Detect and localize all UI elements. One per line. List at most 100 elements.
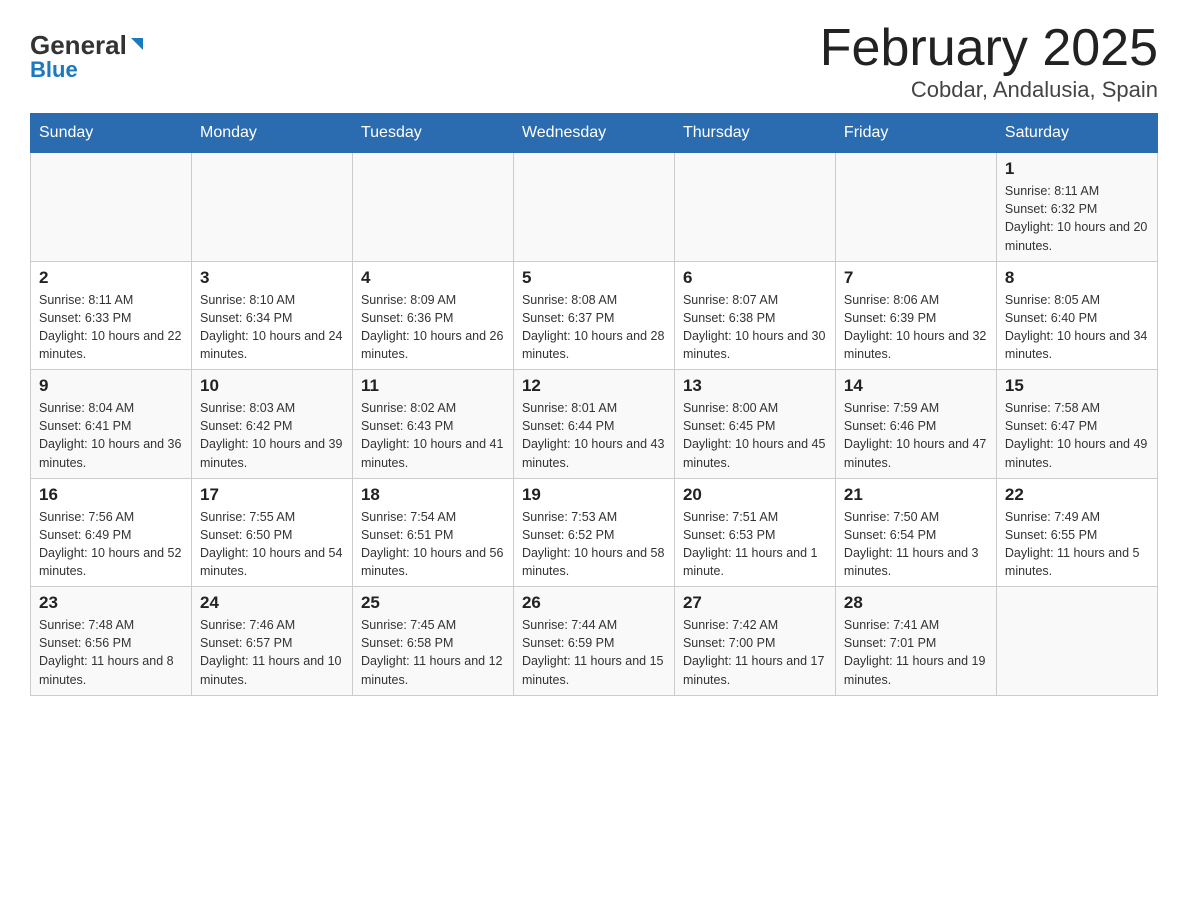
calendar-cell: 10 Sunrise: 8:03 AM Sunset: 6:42 PM Dayli… (191, 370, 352, 479)
calendar-cell (674, 153, 835, 262)
day-number: 5 (522, 268, 666, 288)
day-number: 1 (1005, 159, 1149, 179)
calendar-cell: 6 Sunrise: 8:07 AM Sunset: 6:38 PM Daylig… (674, 261, 835, 370)
calendar-cell (191, 153, 352, 262)
day-of-week-header: Sunday (31, 114, 192, 153)
day-number: 17 (200, 485, 344, 505)
day-info: Sunrise: 7:44 AM Sunset: 6:59 PM Dayligh… (522, 616, 666, 689)
day-info: Sunrise: 7:56 AM Sunset: 6:49 PM Dayligh… (39, 508, 183, 581)
day-number: 2 (39, 268, 183, 288)
calendar-week-row: 23 Sunrise: 7:48 AM Sunset: 6:56 PM Dayli… (31, 587, 1158, 696)
calendar-cell: 22 Sunrise: 7:49 AM Sunset: 6:55 PM Dayli… (996, 478, 1157, 587)
calendar-cell: 1 Sunrise: 8:11 AM Sunset: 6:32 PM Daylig… (996, 153, 1157, 262)
calendar-cell: 18 Sunrise: 7:54 AM Sunset: 6:51 PM Dayli… (352, 478, 513, 587)
day-info: Sunrise: 8:01 AM Sunset: 6:44 PM Dayligh… (522, 399, 666, 472)
page-header: General Blue February 2025 Cobdar, Andal… (30, 20, 1158, 103)
day-info: Sunrise: 7:49 AM Sunset: 6:55 PM Dayligh… (1005, 508, 1149, 581)
day-number: 12 (522, 376, 666, 396)
day-number: 14 (844, 376, 988, 396)
day-info: Sunrise: 8:08 AM Sunset: 6:37 PM Dayligh… (522, 291, 666, 364)
day-number: 16 (39, 485, 183, 505)
calendar-week-row: 16 Sunrise: 7:56 AM Sunset: 6:49 PM Dayli… (31, 478, 1158, 587)
logo-blue-text: Blue (30, 57, 145, 83)
day-info: Sunrise: 8:11 AM Sunset: 6:33 PM Dayligh… (39, 291, 183, 364)
calendar-cell: 4 Sunrise: 8:09 AM Sunset: 6:36 PM Daylig… (352, 261, 513, 370)
calendar-cell: 16 Sunrise: 7:56 AM Sunset: 6:49 PM Dayli… (31, 478, 192, 587)
calendar-week-row: 9 Sunrise: 8:04 AM Sunset: 6:41 PM Daylig… (31, 370, 1158, 479)
day-number: 21 (844, 485, 988, 505)
calendar-cell (352, 153, 513, 262)
day-number: 13 (683, 376, 827, 396)
day-of-week-header: Wednesday (513, 114, 674, 153)
calendar-cell (31, 153, 192, 262)
day-number: 22 (1005, 485, 1149, 505)
title-area: February 2025 Cobdar, Andalusia, Spain (820, 20, 1158, 103)
day-info: Sunrise: 7:55 AM Sunset: 6:50 PM Dayligh… (200, 508, 344, 581)
calendar-cell (996, 587, 1157, 696)
calendar-cell (513, 153, 674, 262)
day-info: Sunrise: 8:06 AM Sunset: 6:39 PM Dayligh… (844, 291, 988, 364)
calendar-cell: 23 Sunrise: 7:48 AM Sunset: 6:56 PM Dayli… (31, 587, 192, 696)
calendar-cell: 21Sunrise: 7:50 AM Sunset: 6:54 PM Dayli… (835, 478, 996, 587)
day-info: Sunrise: 7:51 AM Sunset: 6:53 PM Dayligh… (683, 508, 827, 581)
logo: General Blue (30, 30, 145, 83)
calendar-header-row: SundayMondayTuesdayWednesdayThursdayFrid… (31, 114, 1158, 153)
day-number: 4 (361, 268, 505, 288)
calendar-cell: 25 Sunrise: 7:45 AM Sunset: 6:58 PM Dayli… (352, 587, 513, 696)
day-info: Sunrise: 7:45 AM Sunset: 6:58 PM Dayligh… (361, 616, 505, 689)
day-info: Sunrise: 8:04 AM Sunset: 6:41 PM Dayligh… (39, 399, 183, 472)
day-of-week-header: Tuesday (352, 114, 513, 153)
calendar-cell: 17 Sunrise: 7:55 AM Sunset: 6:50 PM Dayli… (191, 478, 352, 587)
day-of-week-header: Monday (191, 114, 352, 153)
day-info: Sunrise: 8:03 AM Sunset: 6:42 PM Dayligh… (200, 399, 344, 472)
day-info: Sunrise: 7:48 AM Sunset: 6:56 PM Dayligh… (39, 616, 183, 689)
day-number: 20 (683, 485, 827, 505)
day-info: Sunrise: 8:11 AM Sunset: 6:32 PM Dayligh… (1005, 182, 1149, 255)
day-number: 11 (361, 376, 505, 396)
day-info: Sunrise: 7:54 AM Sunset: 6:51 PM Dayligh… (361, 508, 505, 581)
day-number: 15 (1005, 376, 1149, 396)
day-info: Sunrise: 7:41 AM Sunset: 7:01 PM Dayligh… (844, 616, 988, 689)
calendar-cell: 28 Sunrise: 7:41 AM Sunset: 7:01 PM Dayli… (835, 587, 996, 696)
day-number: 10 (200, 376, 344, 396)
calendar-cell: 5 Sunrise: 8:08 AM Sunset: 6:37 PM Daylig… (513, 261, 674, 370)
day-number: 24 (200, 593, 344, 613)
calendar-cell: 2 Sunrise: 8:11 AM Sunset: 6:33 PM Daylig… (31, 261, 192, 370)
day-info: Sunrise: 8:10 AM Sunset: 6:34 PM Dayligh… (200, 291, 344, 364)
day-info: Sunrise: 8:07 AM Sunset: 6:38 PM Dayligh… (683, 291, 827, 364)
calendar-week-row: 1 Sunrise: 8:11 AM Sunset: 6:32 PM Daylig… (31, 153, 1158, 262)
day-info: Sunrise: 8:02 AM Sunset: 6:43 PM Dayligh… (361, 399, 505, 472)
day-number: 18 (361, 485, 505, 505)
day-info: Sunrise: 8:00 AM Sunset: 6:45 PM Dayligh… (683, 399, 827, 472)
day-info: Sunrise: 7:46 AM Sunset: 6:57 PM Dayligh… (200, 616, 344, 689)
calendar-cell: 8Sunrise: 8:05 AM Sunset: 6:40 PM Daylig… (996, 261, 1157, 370)
calendar-cell: 19 Sunrise: 7:53 AM Sunset: 6:52 PM Dayli… (513, 478, 674, 587)
day-number: 23 (39, 593, 183, 613)
day-number: 28 (844, 593, 988, 613)
calendar-cell: 11 Sunrise: 8:02 AM Sunset: 6:43 PM Dayli… (352, 370, 513, 479)
page-subtitle: Cobdar, Andalusia, Spain (820, 77, 1158, 103)
calendar-week-row: 2 Sunrise: 8:11 AM Sunset: 6:33 PM Daylig… (31, 261, 1158, 370)
calendar-cell: 15 Sunrise: 7:58 AM Sunset: 6:47 PM Dayli… (996, 370, 1157, 479)
calendar-cell: 24 Sunrise: 7:46 AM Sunset: 6:57 PM Dayli… (191, 587, 352, 696)
day-number: 6 (683, 268, 827, 288)
day-number: 25 (361, 593, 505, 613)
day-info: Sunrise: 7:42 AM Sunset: 7:00 PM Dayligh… (683, 616, 827, 689)
day-number: 27 (683, 593, 827, 613)
calendar-cell: 26 Sunrise: 7:44 AM Sunset: 6:59 PM Dayli… (513, 587, 674, 696)
day-number: 26 (522, 593, 666, 613)
day-number: 9 (39, 376, 183, 396)
day-number: 7 (844, 268, 988, 288)
calendar-cell: 27 Sunrise: 7:42 AM Sunset: 7:00 PM Dayli… (674, 587, 835, 696)
calendar-cell: 9 Sunrise: 8:04 AM Sunset: 6:41 PM Daylig… (31, 370, 192, 479)
day-info: Sunrise: 7:58 AM Sunset: 6:47 PM Dayligh… (1005, 399, 1149, 472)
logo-arrow-icon (127, 36, 145, 59)
calendar-table: SundayMondayTuesdayWednesdayThursdayFrid… (30, 113, 1158, 696)
calendar-cell (835, 153, 996, 262)
day-number: 19 (522, 485, 666, 505)
page-title: February 2025 (820, 20, 1158, 77)
day-info: Sunrise: 7:53 AM Sunset: 6:52 PM Dayligh… (522, 508, 666, 581)
calendar-cell: 14Sunrise: 7:59 AM Sunset: 6:46 PM Dayli… (835, 370, 996, 479)
day-info: Sunrise: 8:09 AM Sunset: 6:36 PM Dayligh… (361, 291, 505, 364)
calendar-cell: 13 Sunrise: 8:00 AM Sunset: 6:45 PM Dayli… (674, 370, 835, 479)
